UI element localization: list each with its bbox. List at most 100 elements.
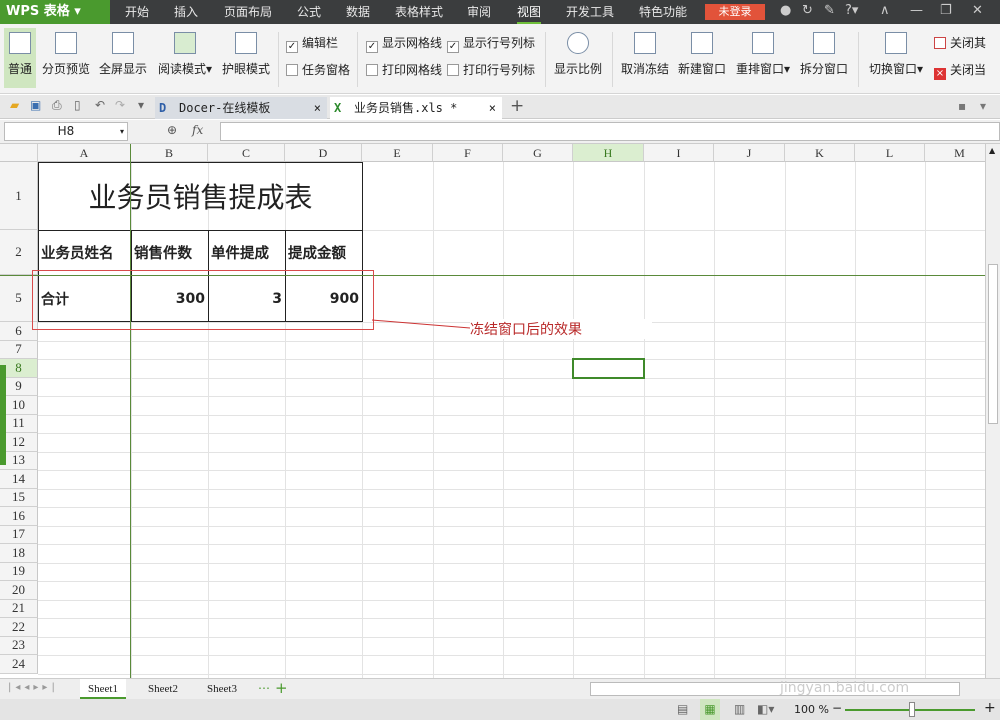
column-header-M[interactable]: M [925, 144, 985, 162]
row-header-15[interactable]: 15 [0, 488, 38, 507]
header-cell[interactable]: 单件提成 [211, 230, 269, 275]
row-header-14[interactable]: 14 [0, 470, 38, 489]
name-box[interactable]: H8 ▾ [4, 122, 128, 141]
table-title-cell[interactable]: 业务员销售提成表 [38, 162, 363, 230]
row-header-22[interactable]: 22 [0, 618, 38, 637]
close-other-button[interactable]: 关闭其 [934, 34, 986, 52]
undo-icon[interactable]: ↶ [95, 98, 105, 112]
doc-tab-docer[interactable]: D Docer-在线模板 × [155, 97, 327, 119]
close-current-button[interactable]: × 关闭当 [934, 61, 986, 80]
page-break-preview-button[interactable]: 分页预览 [40, 28, 92, 88]
new-window-button[interactable]: 新建窗口 [676, 28, 728, 88]
save-icon[interactable]: ▣ [30, 98, 41, 112]
header-cell[interactable]: 业务员姓名 [41, 230, 114, 275]
tab-view[interactable]: 视图 [517, 0, 542, 24]
tab-list-icon[interactable]: ▪ [958, 99, 966, 113]
zoom-out-icon[interactable]: − [832, 701, 842, 715]
row-header-19[interactable]: 19 [0, 562, 38, 581]
formula-bar-checkbox[interactable]: ✓ 编辑栏 [286, 34, 338, 53]
tab-start[interactable]: 开始 [125, 0, 149, 24]
eye-care-button[interactable]: 护眼模式 [220, 28, 272, 88]
split-window-button[interactable]: 拆分窗口 [798, 28, 850, 88]
page-view-icon[interactable]: ▤ [677, 702, 688, 716]
refresh-icon[interactable]: ↻ [802, 3, 813, 18]
task-pane-checkbox[interactable]: 任务窗格 [286, 61, 350, 79]
row-header-17[interactable]: 17 [0, 525, 38, 544]
spreadsheet-grid[interactable]: A B C D E F G H I J K L M 1 2 5 6 7 8 9 10 11 12 13 14 15 16 17 18 19… [0, 144, 985, 678]
row-header-20[interactable]: 20 [0, 581, 38, 600]
column-header-K[interactable]: K [785, 144, 855, 162]
tab-page-layout[interactable]: 页面布局 [224, 0, 272, 24]
collapse-ribbon-icon[interactable]: ∧ [880, 3, 890, 18]
minimize-icon[interactable]: — [910, 3, 923, 18]
show-headers-checkbox[interactable]: ✓ 显示行号列标 [447, 34, 535, 53]
reading-mode-button[interactable]: 阅读模式▾ [154, 28, 216, 88]
arrange-windows-button[interactable]: 重排窗口▾ [733, 28, 793, 88]
column-header-C[interactable]: C [208, 144, 285, 162]
row-header-1[interactable]: 1 [0, 162, 38, 230]
open-icon[interactable]: ▰ [10, 98, 19, 112]
print-headers-checkbox[interactable]: 打印行号列标 [447, 61, 535, 79]
row-header-7[interactable]: 7 [0, 340, 38, 359]
unfreeze-panes-button[interactable]: 取消冻结 [619, 28, 671, 88]
fullscreen-view-icon[interactable]: ◧▾ [757, 702, 774, 716]
header-cell[interactable]: 销售件数 [134, 230, 192, 275]
print-icon[interactable]: ⎙ [52, 98, 62, 113]
selected-cell-H8[interactable] [572, 358, 645, 379]
normal-view-icon[interactable]: ▦ [700, 699, 720, 720]
column-header-H[interactable]: H [573, 144, 644, 162]
new-tab-icon[interactable]: + [510, 96, 524, 116]
close-tab-icon[interactable]: × [314, 97, 321, 119]
column-header-D[interactable]: D [285, 144, 362, 162]
print-preview-icon[interactable]: ▯ [74, 98, 81, 112]
sheet-tab-3[interactable]: Sheet3 [199, 679, 245, 699]
sheet-tab-2[interactable]: Sheet2 [140, 679, 186, 699]
tab-developer[interactable]: 开发工具 [566, 0, 614, 24]
help-icon[interactable]: ?▾ [845, 3, 858, 18]
tab-options-icon[interactable]: ▾ [980, 99, 986, 113]
formula-input[interactable] [220, 122, 1000, 141]
zoom-in-icon[interactable]: + [984, 700, 996, 716]
app-menu-button[interactable]: WPS 表格 ▾ [0, 0, 110, 24]
quick-access-dropdown-icon[interactable]: ▾ [138, 98, 144, 112]
show-gridlines-checkbox[interactable]: ✓ 显示网格线 [366, 34, 442, 53]
row-header-23[interactable]: 23 [0, 636, 38, 655]
header-cell[interactable]: 提成金额 [288, 230, 346, 275]
normal-view-button[interactable]: 普通 [4, 28, 36, 88]
close-tab-icon[interactable]: × [489, 97, 496, 119]
column-header-A[interactable]: A [38, 144, 131, 162]
doc-tab-sales[interactable]: X 业务员销售.xls * × [330, 97, 502, 119]
zoom-slider-thumb[interactable] [909, 702, 915, 717]
side-panel-handle[interactable] [0, 365, 6, 465]
feedback-icon[interactable]: ✎ [824, 3, 835, 18]
print-gridlines-checkbox[interactable]: 打印网格线 [366, 61, 442, 79]
skin-icon[interactable]: ● [780, 3, 791, 18]
row-header-16[interactable]: 16 [0, 507, 38, 526]
tab-review[interactable]: 审阅 [467, 0, 491, 24]
page-break-view-icon[interactable]: ▥ [734, 702, 745, 716]
sheet-tab-1[interactable]: Sheet1 [80, 679, 126, 699]
column-header-J[interactable]: J [714, 144, 785, 162]
function-icon[interactable]: fx [192, 123, 203, 137]
tab-formula[interactable]: 公式 [297, 0, 321, 24]
tab-special[interactable]: 特色功能 [639, 0, 687, 24]
column-header-E[interactable]: E [362, 144, 433, 162]
column-header-I[interactable]: I [644, 144, 714, 162]
vertical-scrollbar[interactable]: ▲ [985, 144, 1000, 678]
full-screen-button[interactable]: 全屏显示 [96, 28, 150, 88]
scroll-up-icon[interactable]: ▲ [989, 146, 995, 155]
close-icon[interactable]: ✕ [972, 3, 983, 18]
tab-data[interactable]: 数据 [346, 0, 370, 24]
row-header-2[interactable]: 2 [0, 230, 38, 275]
row-header-24[interactable]: 24 [0, 655, 38, 674]
tab-insert[interactable]: 插入 [174, 0, 198, 24]
row-header-21[interactable]: 21 [0, 599, 38, 618]
column-header-B[interactable]: B [131, 144, 208, 162]
column-header-G[interactable]: G [503, 144, 573, 162]
add-sheet-icon[interactable]: + [275, 679, 288, 697]
zoom-ratio-button[interactable]: 显示比例 [552, 28, 604, 88]
restore-icon[interactable]: ❐ [940, 3, 952, 18]
login-button[interactable]: 未登录 [705, 4, 765, 20]
redo-icon[interactable]: ↷ [115, 98, 125, 112]
zoom-lookup-icon[interactable]: ⊕ [167, 123, 177, 137]
